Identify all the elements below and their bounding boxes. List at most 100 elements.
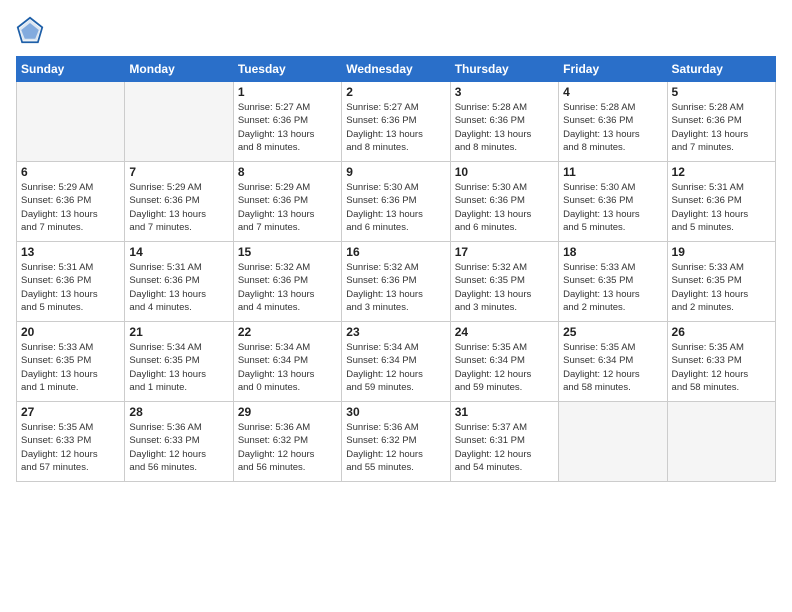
cell-info: Sunrise: 5:33 AM Sunset: 6:35 PM Dayligh… — [563, 261, 662, 314]
cell-info: Sunrise: 5:27 AM Sunset: 6:36 PM Dayligh… — [346, 101, 445, 154]
cell-info: Sunrise: 5:30 AM Sunset: 6:36 PM Dayligh… — [346, 181, 445, 234]
header-sunday: Sunday — [17, 57, 125, 82]
day-number: 31 — [455, 405, 554, 419]
calendar-cell: 17 Sunrise: 5:32 AM Sunset: 6:35 PM Dayli… — [450, 242, 558, 322]
week-row-2: 6 Sunrise: 5:29 AM Sunset: 6:36 PM Daylig… — [17, 162, 776, 242]
cell-info: Sunrise: 5:28 AM Sunset: 6:36 PM Dayligh… — [455, 101, 554, 154]
calendar-cell: 13 Sunrise: 5:31 AM Sunset: 6:36 PM Dayli… — [17, 242, 125, 322]
cell-info: Sunrise: 5:32 AM Sunset: 6:36 PM Dayligh… — [238, 261, 337, 314]
header-row: SundayMondayTuesdayWednesdayThursdayFrid… — [17, 57, 776, 82]
cell-info: Sunrise: 5:32 AM Sunset: 6:35 PM Dayligh… — [455, 261, 554, 314]
header-wednesday: Wednesday — [342, 57, 450, 82]
day-number: 13 — [21, 245, 120, 259]
cell-info: Sunrise: 5:35 AM Sunset: 6:33 PM Dayligh… — [672, 341, 771, 394]
calendar-cell: 12 Sunrise: 5:31 AM Sunset: 6:36 PM Dayli… — [667, 162, 775, 242]
cell-info: Sunrise: 5:33 AM Sunset: 6:35 PM Dayligh… — [672, 261, 771, 314]
cell-info: Sunrise: 5:36 AM Sunset: 6:32 PM Dayligh… — [346, 421, 445, 474]
cell-info: Sunrise: 5:31 AM Sunset: 6:36 PM Dayligh… — [129, 261, 228, 314]
day-number: 24 — [455, 325, 554, 339]
calendar-cell: 11 Sunrise: 5:30 AM Sunset: 6:36 PM Dayli… — [559, 162, 667, 242]
calendar-cell — [559, 402, 667, 482]
day-number: 29 — [238, 405, 337, 419]
day-number: 2 — [346, 85, 445, 99]
day-number: 22 — [238, 325, 337, 339]
day-number: 26 — [672, 325, 771, 339]
calendar-cell: 31 Sunrise: 5:37 AM Sunset: 6:31 PM Dayli… — [450, 402, 558, 482]
logo-icon — [16, 16, 44, 44]
calendar-cell: 9 Sunrise: 5:30 AM Sunset: 6:36 PM Daylig… — [342, 162, 450, 242]
cell-info: Sunrise: 5:28 AM Sunset: 6:36 PM Dayligh… — [672, 101, 771, 154]
day-number: 12 — [672, 165, 771, 179]
calendar-cell: 28Sunrise: 5:36 AM Sunset: 6:33 PM Dayli… — [125, 402, 233, 482]
day-number: 17 — [455, 245, 554, 259]
day-number: 19 — [672, 245, 771, 259]
header-friday: Friday — [559, 57, 667, 82]
day-number: 6 — [21, 165, 120, 179]
calendar-table: SundayMondayTuesdayWednesdayThursdayFrid… — [16, 56, 776, 482]
day-number: 15 — [238, 245, 337, 259]
cell-info: Sunrise: 5:27 AM Sunset: 6:36 PM Dayligh… — [238, 101, 337, 154]
calendar-cell: 16Sunrise: 5:32 AM Sunset: 6:36 PM Dayli… — [342, 242, 450, 322]
calendar-cell: 5Sunrise: 5:28 AM Sunset: 6:36 PM Daylig… — [667, 82, 775, 162]
calendar-cell: 30Sunrise: 5:36 AM Sunset: 6:32 PM Dayli… — [342, 402, 450, 482]
day-number: 14 — [129, 245, 228, 259]
calendar-cell: 29Sunrise: 5:36 AM Sunset: 6:32 PM Dayli… — [233, 402, 341, 482]
calendar-cell: 24 Sunrise: 5:35 AM Sunset: 6:34 PM Dayli… — [450, 322, 558, 402]
cell-info: Sunrise: 5:37 AM Sunset: 6:31 PM Dayligh… — [455, 421, 554, 474]
cell-info: Sunrise: 5:31 AM Sunset: 6:36 PM Dayligh… — [21, 261, 120, 314]
cell-info: Sunrise: 5:34 AM Sunset: 6:35 PM Dayligh… — [129, 341, 228, 394]
calendar-cell — [667, 402, 775, 482]
cell-info: Sunrise: 5:31 AM Sunset: 6:36 PM Dayligh… — [672, 181, 771, 234]
week-row-3: 13 Sunrise: 5:31 AM Sunset: 6:36 PM Dayli… — [17, 242, 776, 322]
cell-info: Sunrise: 5:29 AM Sunset: 6:36 PM Dayligh… — [129, 181, 228, 234]
header — [16, 16, 776, 44]
cell-info: Sunrise: 5:35 AM Sunset: 6:34 PM Dayligh… — [563, 341, 662, 394]
calendar-cell: 20 Sunrise: 5:33 AM Sunset: 6:35 PM Dayli… — [17, 322, 125, 402]
cell-info: Sunrise: 5:33 AM Sunset: 6:35 PM Dayligh… — [21, 341, 120, 394]
cell-info: Sunrise: 5:30 AM Sunset: 6:36 PM Dayligh… — [455, 181, 554, 234]
calendar-cell: 1Sunrise: 5:27 AM Sunset: 6:36 PM Daylig… — [233, 82, 341, 162]
logo — [16, 16, 48, 44]
calendar-cell: 27Sunrise: 5:35 AM Sunset: 6:33 PM Dayli… — [17, 402, 125, 482]
calendar-cell: 2 Sunrise: 5:27 AM Sunset: 6:36 PM Daylig… — [342, 82, 450, 162]
day-number: 21 — [129, 325, 228, 339]
day-number: 11 — [563, 165, 662, 179]
calendar-cell: 18 Sunrise: 5:33 AM Sunset: 6:35 PM Dayli… — [559, 242, 667, 322]
calendar-cell: 23Sunrise: 5:34 AM Sunset: 6:34 PM Dayli… — [342, 322, 450, 402]
day-number: 4 — [563, 85, 662, 99]
cell-info: Sunrise: 5:29 AM Sunset: 6:36 PM Dayligh… — [21, 181, 120, 234]
day-number: 3 — [455, 85, 554, 99]
week-row-5: 27Sunrise: 5:35 AM Sunset: 6:33 PM Dayli… — [17, 402, 776, 482]
cell-info: Sunrise: 5:34 AM Sunset: 6:34 PM Dayligh… — [238, 341, 337, 394]
day-number: 25 — [563, 325, 662, 339]
day-number: 23 — [346, 325, 445, 339]
calendar-cell: 3 Sunrise: 5:28 AM Sunset: 6:36 PM Daylig… — [450, 82, 558, 162]
day-number: 8 — [238, 165, 337, 179]
week-row-4: 20 Sunrise: 5:33 AM Sunset: 6:35 PM Dayli… — [17, 322, 776, 402]
day-number: 9 — [346, 165, 445, 179]
header-tuesday: Tuesday — [233, 57, 341, 82]
calendar-cell: 26 Sunrise: 5:35 AM Sunset: 6:33 PM Dayli… — [667, 322, 775, 402]
cell-info: Sunrise: 5:35 AM Sunset: 6:34 PM Dayligh… — [455, 341, 554, 394]
cell-info: Sunrise: 5:30 AM Sunset: 6:36 PM Dayligh… — [563, 181, 662, 234]
day-number: 27 — [21, 405, 120, 419]
cell-info: Sunrise: 5:29 AM Sunset: 6:36 PM Dayligh… — [238, 181, 337, 234]
header-monday: Monday — [125, 57, 233, 82]
day-number: 18 — [563, 245, 662, 259]
day-number: 20 — [21, 325, 120, 339]
day-number: 7 — [129, 165, 228, 179]
cell-info: Sunrise: 5:32 AM Sunset: 6:36 PM Dayligh… — [346, 261, 445, 314]
week-row-1: 1Sunrise: 5:27 AM Sunset: 6:36 PM Daylig… — [17, 82, 776, 162]
cell-info: Sunrise: 5:28 AM Sunset: 6:36 PM Dayligh… — [563, 101, 662, 154]
header-saturday: Saturday — [667, 57, 775, 82]
calendar-cell — [125, 82, 233, 162]
calendar-cell — [17, 82, 125, 162]
cell-info: Sunrise: 5:36 AM Sunset: 6:33 PM Dayligh… — [129, 421, 228, 474]
calendar-cell: 4 Sunrise: 5:28 AM Sunset: 6:36 PM Daylig… — [559, 82, 667, 162]
calendar-cell: 8 Sunrise: 5:29 AM Sunset: 6:36 PM Daylig… — [233, 162, 341, 242]
calendar-cell: 7 Sunrise: 5:29 AM Sunset: 6:36 PM Daylig… — [125, 162, 233, 242]
header-thursday: Thursday — [450, 57, 558, 82]
calendar-cell: 21 Sunrise: 5:34 AM Sunset: 6:35 PM Dayli… — [125, 322, 233, 402]
calendar-cell: 19 Sunrise: 5:33 AM Sunset: 6:35 PM Dayli… — [667, 242, 775, 322]
calendar-cell: 14 Sunrise: 5:31 AM Sunset: 6:36 PM Dayli… — [125, 242, 233, 322]
